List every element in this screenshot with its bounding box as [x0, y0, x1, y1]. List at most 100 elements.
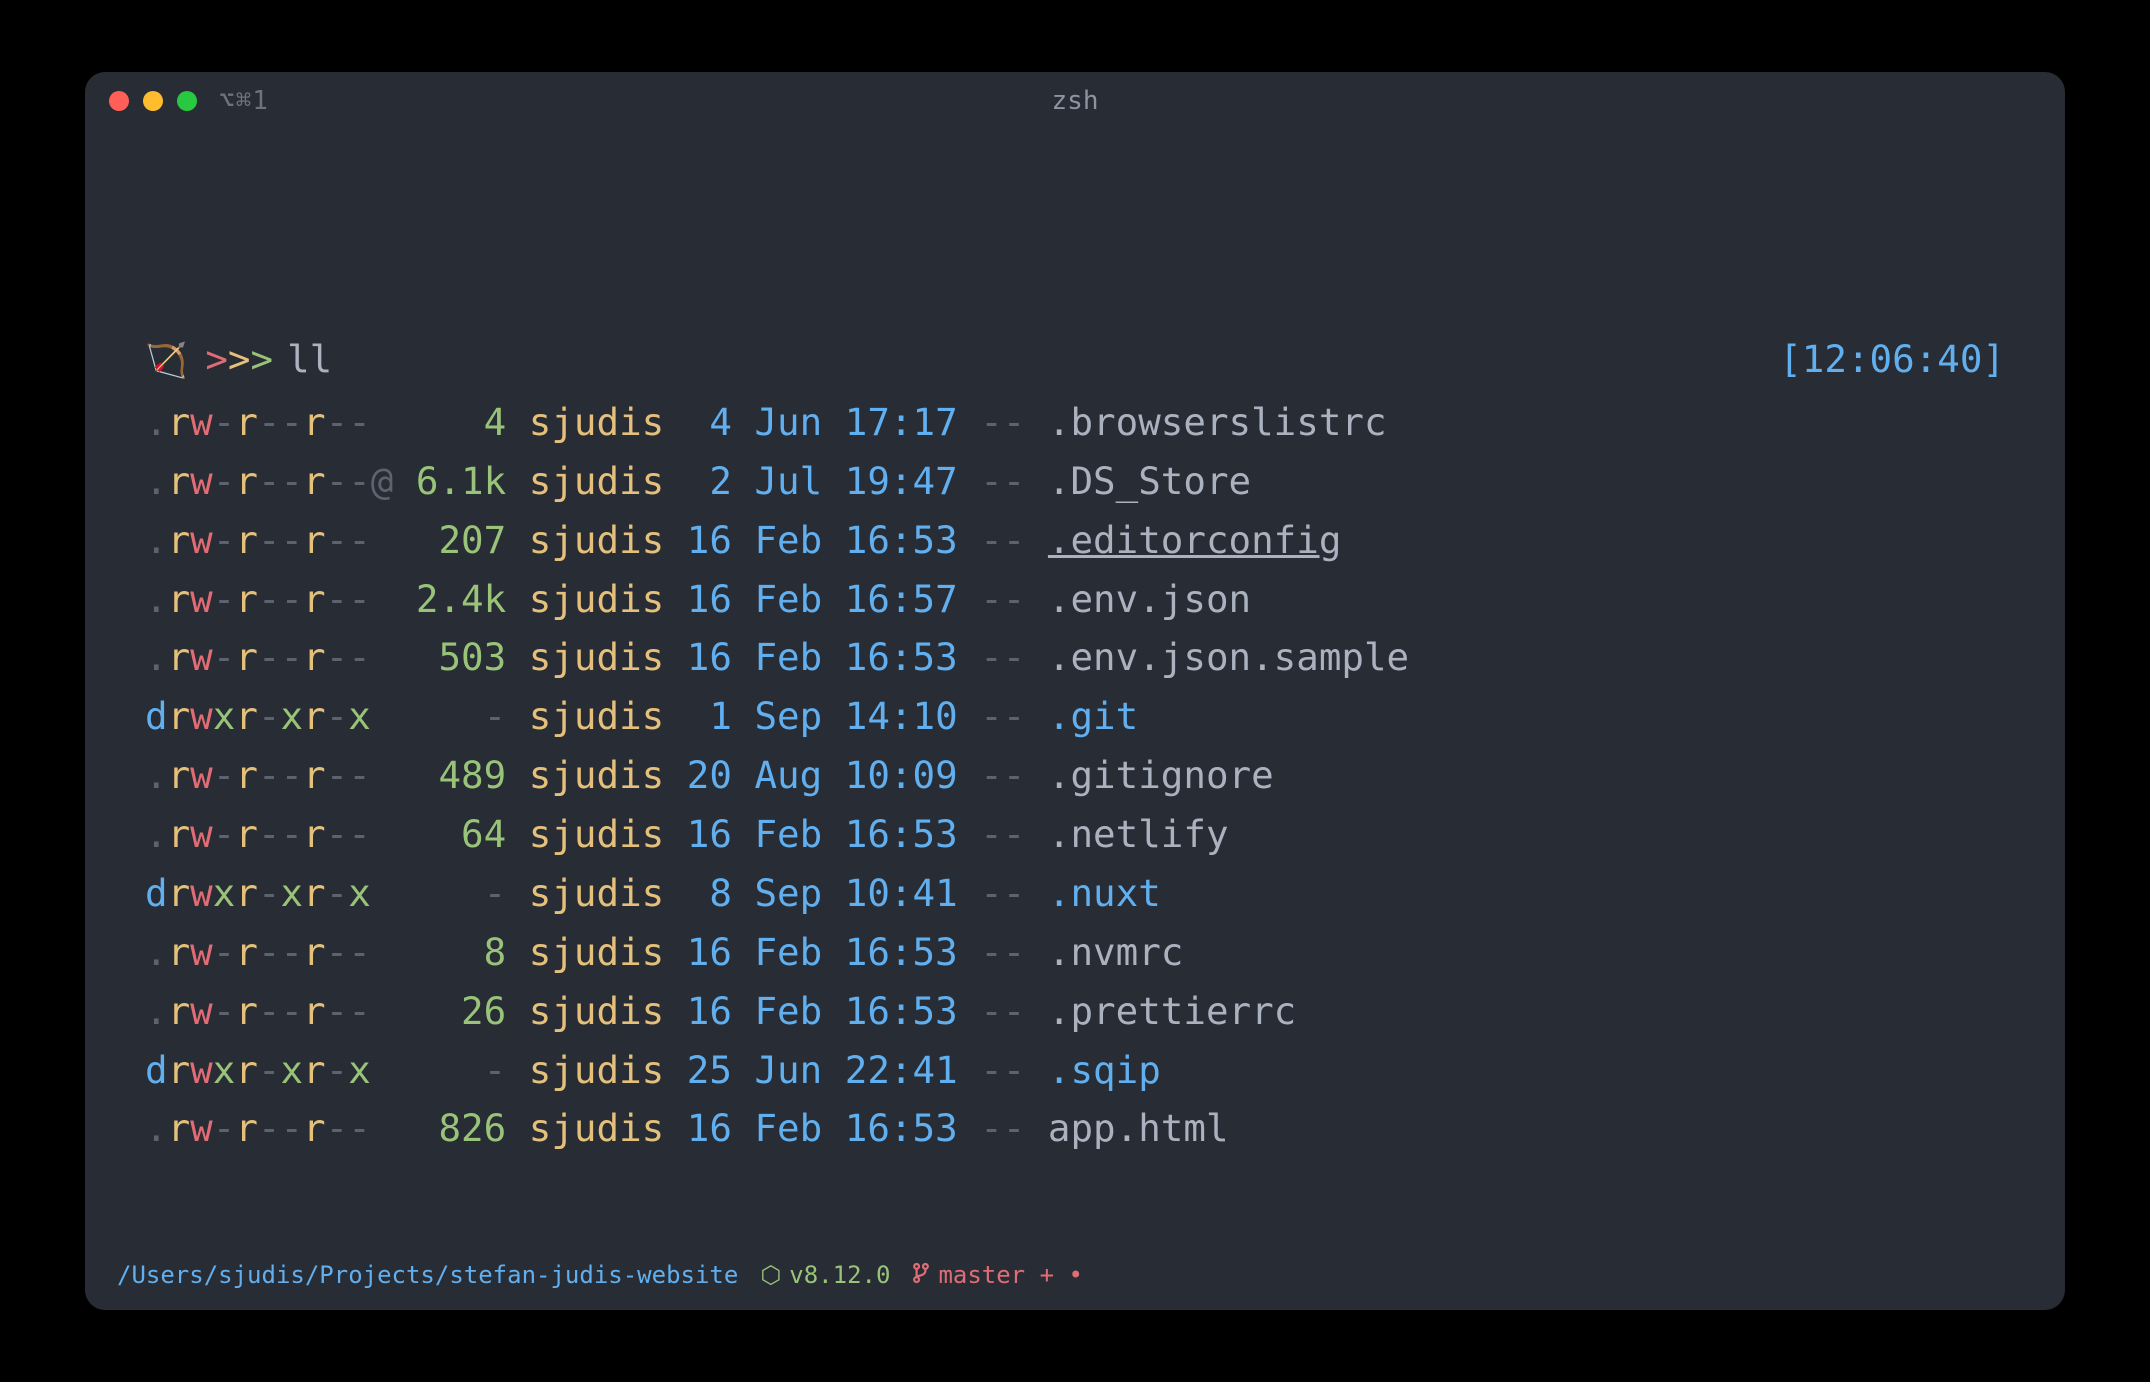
git-branch-text: master + • [938, 1261, 1083, 1289]
file-size: 2.4k [393, 570, 506, 629]
zoom-icon[interactable] [177, 91, 197, 111]
owner: sjudis [529, 1041, 664, 1100]
owner: sjudis [529, 982, 664, 1041]
file-size: - [393, 1041, 506, 1100]
date-time: 10:41 [845, 864, 958, 923]
date-month: Aug [754, 746, 822, 805]
tab-shortcut-label: ⌥⌘1 [219, 86, 269, 116]
timestamp: [12:06:40] [1779, 330, 2005, 389]
git-branch: master + • [912, 1261, 1083, 1289]
separator: -- [980, 982, 1025, 1041]
owner: sjudis [529, 1099, 664, 1158]
date-time: 16:53 [845, 805, 958, 864]
date-time: 16:53 [845, 982, 958, 1041]
traffic-lights [109, 91, 197, 111]
file-name: .nuxt [1048, 864, 1161, 923]
file-size: 489 [393, 746, 506, 805]
date-time: 14:10 [845, 687, 958, 746]
list-item: .rw-r--r-- 64 sjudis 16 Feb 16:53 -- .ne… [145, 805, 2005, 864]
prompt-chevron: > [251, 330, 274, 389]
xattr-flag [371, 864, 394, 923]
window-title: zsh [85, 86, 2065, 116]
xattr-flag [371, 1099, 394, 1158]
date-day: 16 [687, 628, 732, 687]
list-item: .rw-r--r-- 26 sjudis 16 Feb 16:53 -- .pr… [145, 982, 2005, 1041]
date-time: 16:57 [845, 570, 958, 629]
prompt-icon: 🏹 [145, 335, 187, 388]
file-size: 6.1k [393, 452, 506, 511]
xattr-flag [371, 628, 394, 687]
file-name: .editorconfig [1048, 511, 1342, 570]
xattr-flag [371, 393, 394, 452]
date-month: Feb [754, 805, 822, 864]
permissions: .rw-r--r-- [145, 982, 371, 1041]
permissions: .rw-r--r-- [145, 570, 371, 629]
file-size: 826 [393, 1099, 506, 1158]
permissions: drwxr-xr-x [145, 864, 371, 923]
separator: -- [980, 864, 1025, 923]
permissions: .rw-r--r-- [145, 628, 371, 687]
permissions: .rw-r--r-- [145, 393, 371, 452]
date-month: Sep [754, 864, 822, 923]
list-item: drwxr-xr-x - sjudis 25 Jun 22:41 -- .sqi… [145, 1041, 2005, 1100]
date-day: 16 [687, 982, 732, 1041]
date-month: Feb [754, 1099, 822, 1158]
date-time: 22:41 [845, 1041, 958, 1100]
permissions: .rw-r--r-- [145, 746, 371, 805]
owner: sjudis [529, 452, 664, 511]
prompt-line: 🏹 >>> ll [12:06:40] [145, 330, 2005, 389]
separator: -- [980, 687, 1025, 746]
owner: sjudis [529, 746, 664, 805]
list-item: .rw-r--r-- 207 sjudis 16 Feb 16:53 -- .e… [145, 511, 2005, 570]
titlebar: ⌥⌘1 zsh [85, 72, 2065, 130]
terminal-body[interactable]: 🏹 >>> ll [12:06:40] .rw-r--r-- 4 sjudis … [85, 130, 2065, 1240]
date-month: Feb [754, 570, 822, 629]
minimize-icon[interactable] [143, 91, 163, 111]
list-item: .rw-r--r-- 489 sjudis 20 Aug 10:09 -- .g… [145, 746, 2005, 805]
date-day: 16 [687, 570, 732, 629]
list-item: .rw-r--r-- 503 sjudis 16 Feb 16:53 -- .e… [145, 628, 2005, 687]
prompt-chevron: > [205, 330, 228, 389]
list-item: .rw-r--r-- 826 sjudis 16 Feb 16:53 -- ap… [145, 1099, 2005, 1158]
date-day: 25 [687, 1041, 732, 1100]
file-size: 4 [393, 393, 506, 452]
date-time: 19:47 [845, 452, 958, 511]
date-month: Feb [754, 923, 822, 982]
date-day: 16 [687, 923, 732, 982]
owner: sjudis [529, 511, 664, 570]
xattr-flag: @ [371, 452, 394, 511]
file-name: .netlify [1048, 805, 1229, 864]
list-item: .rw-r--r--@6.1k sjudis 2 Jul 19:47 -- .D… [145, 452, 2005, 511]
date-day: 16 [687, 511, 732, 570]
file-size: 8 [393, 923, 506, 982]
list-item: .rw-r--r-- 8 sjudis 16 Feb 16:53 -- .nvm… [145, 923, 2005, 982]
separator: -- [980, 393, 1025, 452]
separator: -- [980, 452, 1025, 511]
file-size: - [393, 864, 506, 923]
date-month: Feb [754, 511, 822, 570]
statusbar: /Users/sjudis/Projects/stefan-judis-webs… [85, 1240, 2065, 1310]
file-name: app.html [1048, 1099, 1229, 1158]
xattr-flag [371, 511, 394, 570]
date-day: 16 [687, 1099, 732, 1158]
date-time: 16:53 [845, 923, 958, 982]
date-day: 20 [687, 746, 732, 805]
date-month: Jul [754, 452, 822, 511]
date-time: 16:53 [845, 628, 958, 687]
cwd-path: /Users/sjudis/Projects/stefan-judis-webs… [117, 1261, 738, 1289]
date-month: Feb [754, 982, 822, 1041]
separator: -- [980, 511, 1025, 570]
separator: -- [980, 923, 1025, 982]
owner: sjudis [529, 570, 664, 629]
date-time: 17:17 [845, 393, 958, 452]
permissions: .rw-r--r-- [145, 805, 371, 864]
terminal-window[interactable]: ⌥⌘1 zsh 🏹 >>> ll [12:06:40] .rw-r--r-- 4… [85, 72, 2065, 1310]
close-icon[interactable] [109, 91, 129, 111]
separator: -- [980, 746, 1025, 805]
permissions: .rw-r--r-- [145, 511, 371, 570]
xattr-flag [371, 923, 394, 982]
date-month: Jun [754, 393, 822, 452]
permissions: drwxr-xr-x [145, 1041, 371, 1100]
node-version-text: v8.12.0 [789, 1261, 890, 1289]
xattr-flag [371, 1041, 394, 1100]
